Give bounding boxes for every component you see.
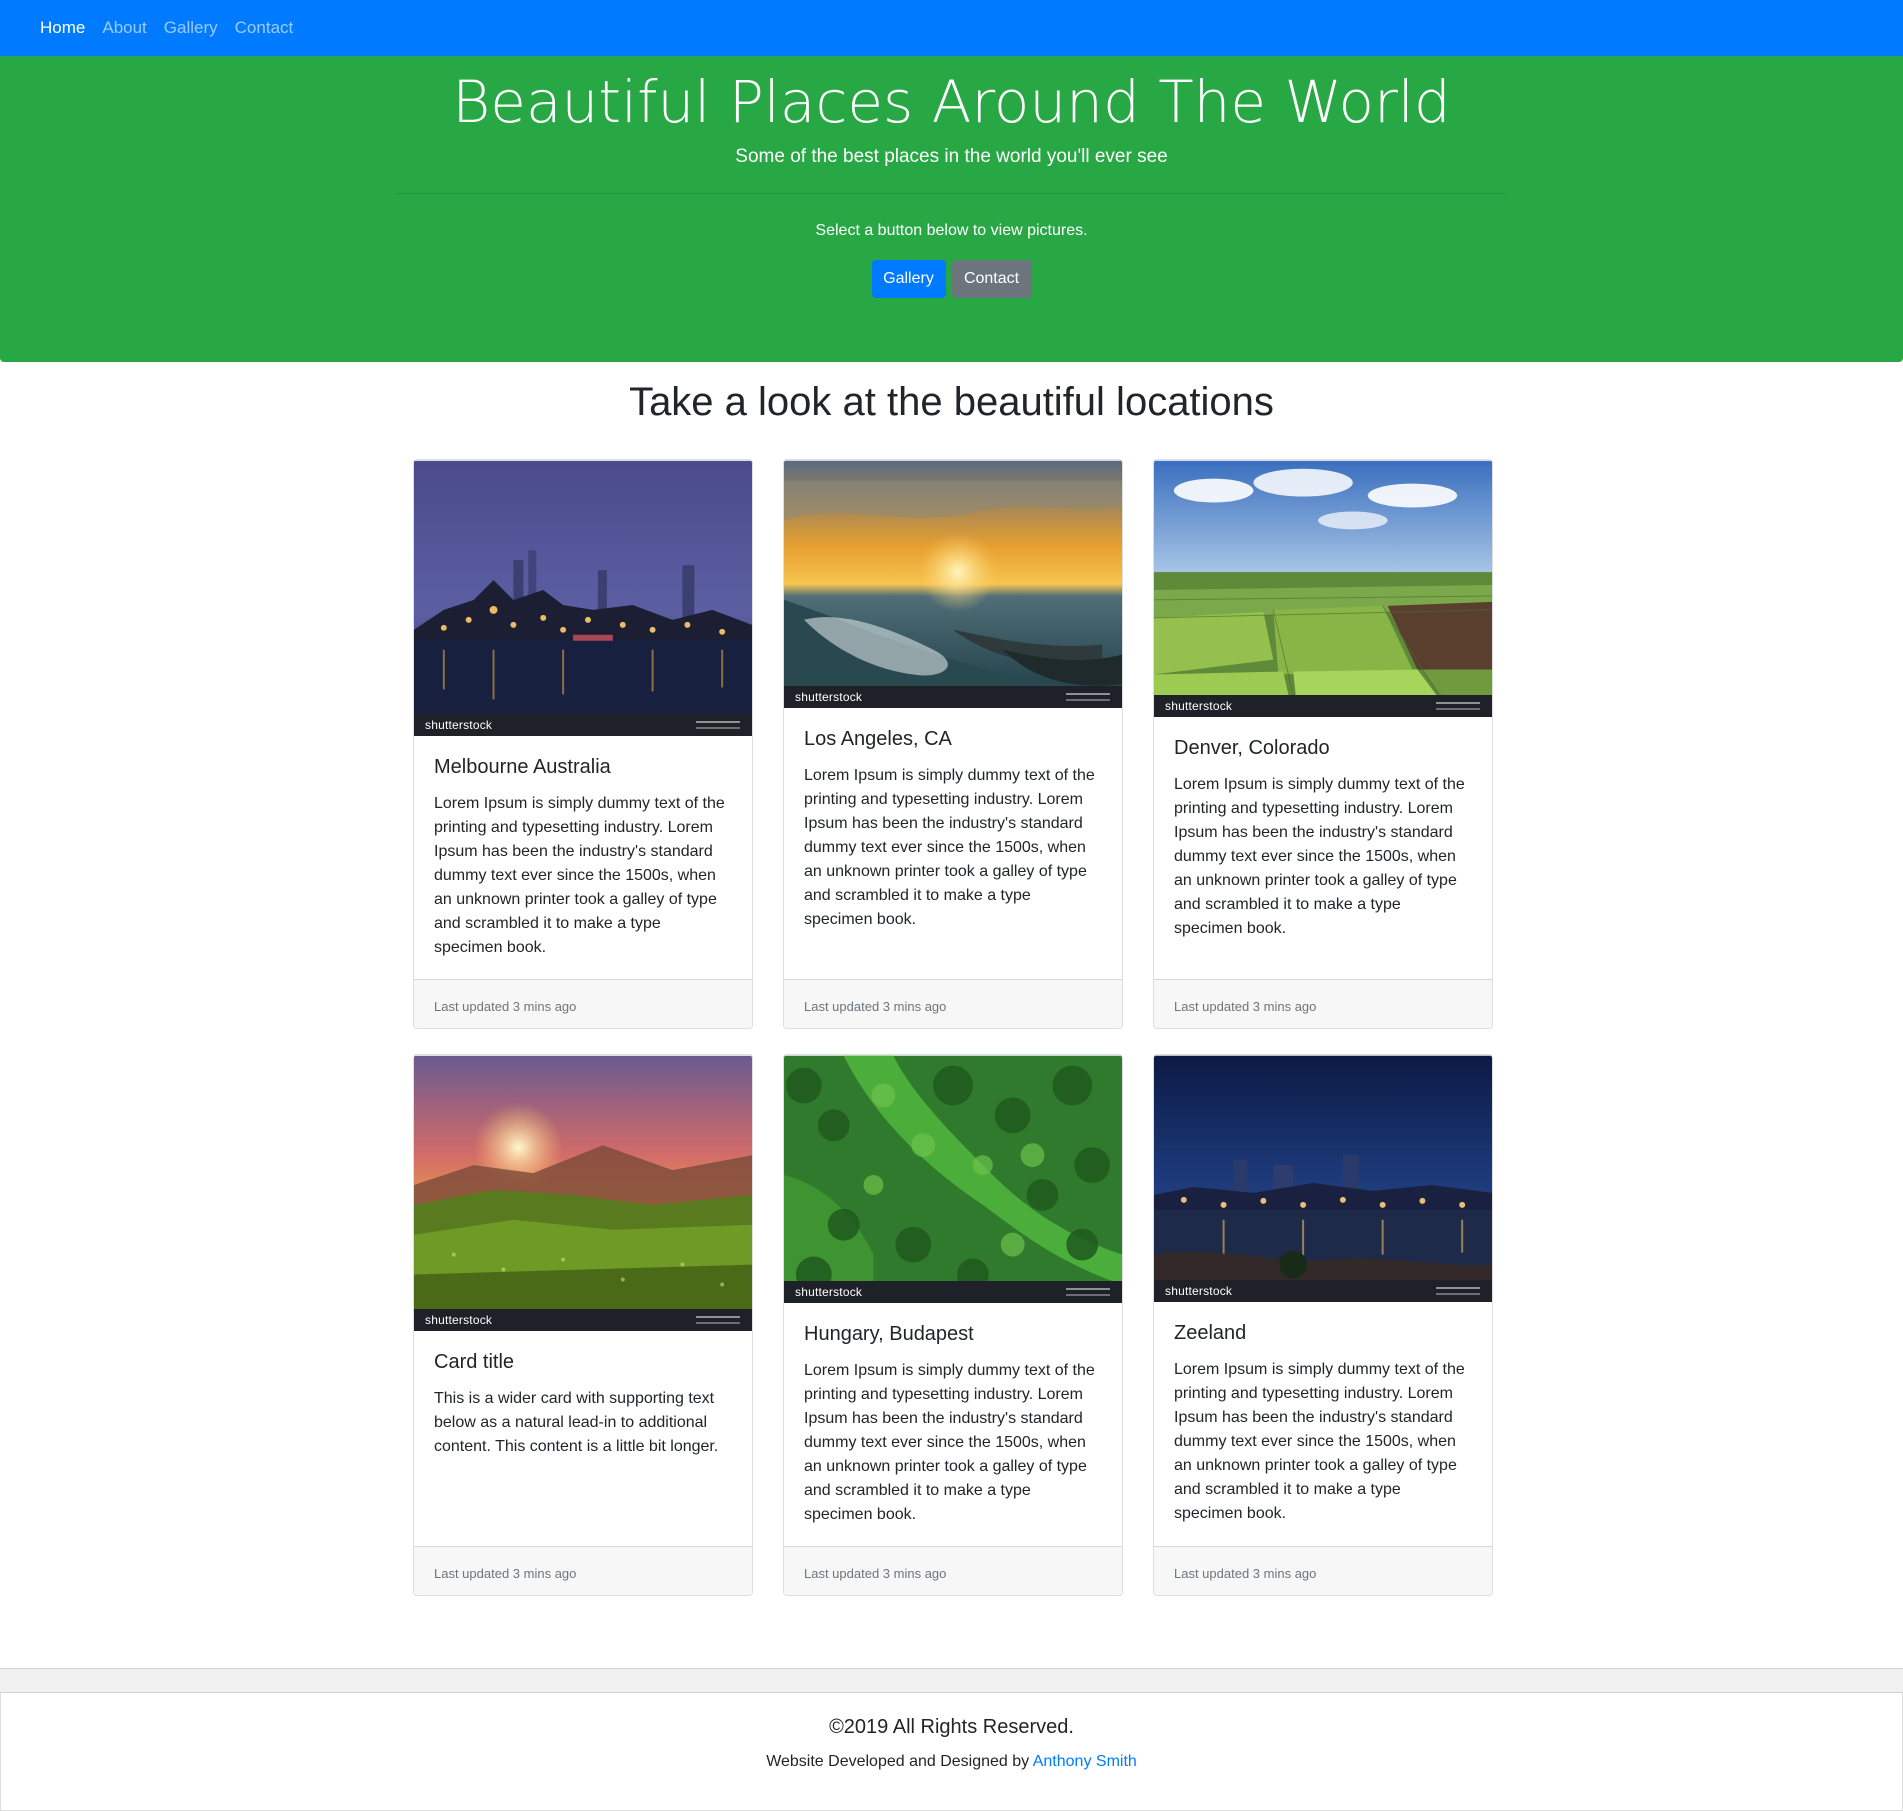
watermark-bar: shutterstock bbox=[784, 1281, 1122, 1303]
location-card: shutterstock Denver, Colorado Lorem Ipsu… bbox=[1153, 459, 1493, 1029]
card-body: Los Angeles, CA Lorem Ipsum is simply du… bbox=[784, 708, 1122, 932]
card-title: Denver, Colorado bbox=[1174, 737, 1330, 759]
card-image: shutterstock bbox=[1154, 460, 1492, 717]
watermark-logo: shutterstock bbox=[1165, 1284, 1233, 1298]
watermark-meta bbox=[696, 1316, 740, 1324]
watermark-bar: shutterstock bbox=[784, 686, 1122, 708]
card-body: Zeeland Lorem Ipsum is simply dummy text… bbox=[1154, 1302, 1492, 1526]
hero-title: Beautiful Places Around The World bbox=[452, 68, 1451, 136]
card-footer: Last updated 3 mins ago bbox=[414, 1546, 752, 1595]
location-card: shutterstock Hungary, Budapest Lorem Ips… bbox=[783, 1054, 1123, 1596]
card-text: Lorem Ipsum is simply dummy text of the … bbox=[804, 767, 1095, 928]
watermark-logo: shutterstock bbox=[425, 718, 493, 732]
watermark-logo: shutterstock bbox=[795, 1285, 863, 1299]
card-title: Los Angeles, CA bbox=[804, 728, 952, 750]
watermark-logo: shutterstock bbox=[1165, 699, 1233, 713]
watermark-bar: shutterstock bbox=[414, 1309, 752, 1331]
nav-gallery-link[interactable]: Gallery bbox=[164, 18, 218, 38]
card-footer: Last updated 3 mins ago bbox=[1154, 1546, 1492, 1595]
nav-home-link[interactable]: Home bbox=[40, 18, 85, 38]
footer-credit-prefix: Website Developed and Designed by bbox=[766, 1753, 1033, 1770]
footer-credit: Website Developed and Designed by Anthon… bbox=[1, 1753, 1902, 1771]
card-image: shutterstock bbox=[784, 1055, 1122, 1303]
card-text: Lorem Ipsum is simply dummy text of the … bbox=[1174, 1361, 1465, 1522]
card-updated-text: Last updated 3 mins ago bbox=[434, 999, 577, 1014]
card-text: Lorem Ipsum is simply dummy text of the … bbox=[1174, 776, 1465, 937]
watermark-logo: shutterstock bbox=[425, 1313, 493, 1327]
zeeland-harbor-photo bbox=[1154, 1055, 1492, 1302]
gallery-button[interactable]: Gallery bbox=[871, 260, 946, 298]
card-footer: Last updated 3 mins ago bbox=[784, 979, 1122, 1028]
location-card: shutterstock Zeeland Lorem Ipsum is simp… bbox=[1153, 1054, 1493, 1596]
card-text: This is a wider card with supporting tex… bbox=[434, 1390, 719, 1455]
los-angeles-photo bbox=[784, 460, 1122, 708]
nav-about-link[interactable]: About bbox=[102, 18, 146, 38]
card-body: Melbourne Australia Lorem Ipsum is simpl… bbox=[414, 736, 752, 960]
budapest-forest-photo bbox=[784, 1055, 1122, 1303]
card-body: Card title This is a wider card with sup… bbox=[414, 1331, 752, 1459]
card-image: shutterstock bbox=[784, 460, 1122, 708]
card-title: Hungary, Budapest bbox=[804, 1323, 974, 1345]
card-title: Melbourne Australia bbox=[434, 756, 611, 778]
card-body: Denver, Colorado Lorem Ipsum is simply d… bbox=[1154, 717, 1492, 941]
denver-photo bbox=[1154, 460, 1492, 717]
card-updated-text: Last updated 3 mins ago bbox=[804, 999, 947, 1014]
hero-divider bbox=[397, 193, 1505, 194]
section-title: Take a look at the beautiful locations bbox=[629, 380, 1274, 424]
watermark-bar: shutterstock bbox=[1154, 695, 1492, 717]
watermark-bar: shutterstock bbox=[414, 714, 752, 736]
card-footer: Last updated 3 mins ago bbox=[784, 1546, 1122, 1595]
watermark-meta bbox=[1436, 1287, 1480, 1295]
card-title: Card title bbox=[434, 1351, 515, 1373]
card-updated-text: Last updated 3 mins ago bbox=[804, 1566, 947, 1581]
watermark-meta bbox=[1066, 693, 1110, 701]
card-updated-text: Last updated 3 mins ago bbox=[434, 1566, 577, 1581]
hero-lead-text: Select a button below to view pictures. bbox=[815, 222, 1088, 239]
hero-jumbotron: Beautiful Places Around The World Some o… bbox=[0, 56, 1903, 362]
author-link[interactable]: Anthony Smith bbox=[1033, 1753, 1137, 1770]
melbourne-photo bbox=[414, 460, 752, 736]
page-footer: ©2019 All Rights Reserved. Website Devel… bbox=[0, 1693, 1903, 1811]
contact-button[interactable]: Contact bbox=[951, 260, 1032, 298]
nav-contact-link[interactable]: Contact bbox=[235, 18, 294, 38]
card-footer: Last updated 3 mins ago bbox=[414, 979, 752, 1028]
location-card: shutterstock Los Angeles, CA Lorem Ipsum… bbox=[783, 459, 1123, 1029]
footer-header-band bbox=[0, 1668, 1903, 1693]
watermark-meta bbox=[1436, 702, 1480, 710]
card-title: Zeeland bbox=[1174, 1322, 1247, 1344]
hero-button-group: Gallery Contact bbox=[0, 260, 1903, 298]
hero-subtitle: Some of the best places in the world you… bbox=[735, 146, 1168, 167]
watermark-meta bbox=[1066, 1288, 1110, 1296]
watermark-meta bbox=[696, 721, 740, 729]
card-updated-text: Last updated 3 mins ago bbox=[1174, 1566, 1317, 1581]
card-body: Hungary, Budapest Lorem Ipsum is simply … bbox=[784, 1303, 1122, 1527]
top-navbar: Home About Gallery Contact bbox=[0, 0, 1903, 56]
card-updated-text: Last updated 3 mins ago bbox=[1174, 999, 1317, 1014]
location-card: shutterstock Card title This is a wider … bbox=[413, 1054, 753, 1596]
mountain-sunset-photo bbox=[414, 1055, 752, 1331]
card-image: shutterstock bbox=[1154, 1055, 1492, 1302]
watermark-logo: shutterstock bbox=[795, 690, 863, 704]
card-text: Lorem Ipsum is simply dummy text of the … bbox=[434, 795, 725, 956]
card-text: Lorem Ipsum is simply dummy text of the … bbox=[804, 1362, 1095, 1523]
card-image: shutterstock bbox=[414, 1055, 752, 1331]
footer-copyright: ©2019 All Rights Reserved. bbox=[829, 1716, 1074, 1738]
card-image: shutterstock bbox=[414, 460, 752, 736]
location-card: shutterstock Melbourne Australia Lorem I… bbox=[413, 459, 753, 1029]
watermark-bar: shutterstock bbox=[1154, 1280, 1492, 1302]
card-footer: Last updated 3 mins ago bbox=[1154, 979, 1492, 1028]
